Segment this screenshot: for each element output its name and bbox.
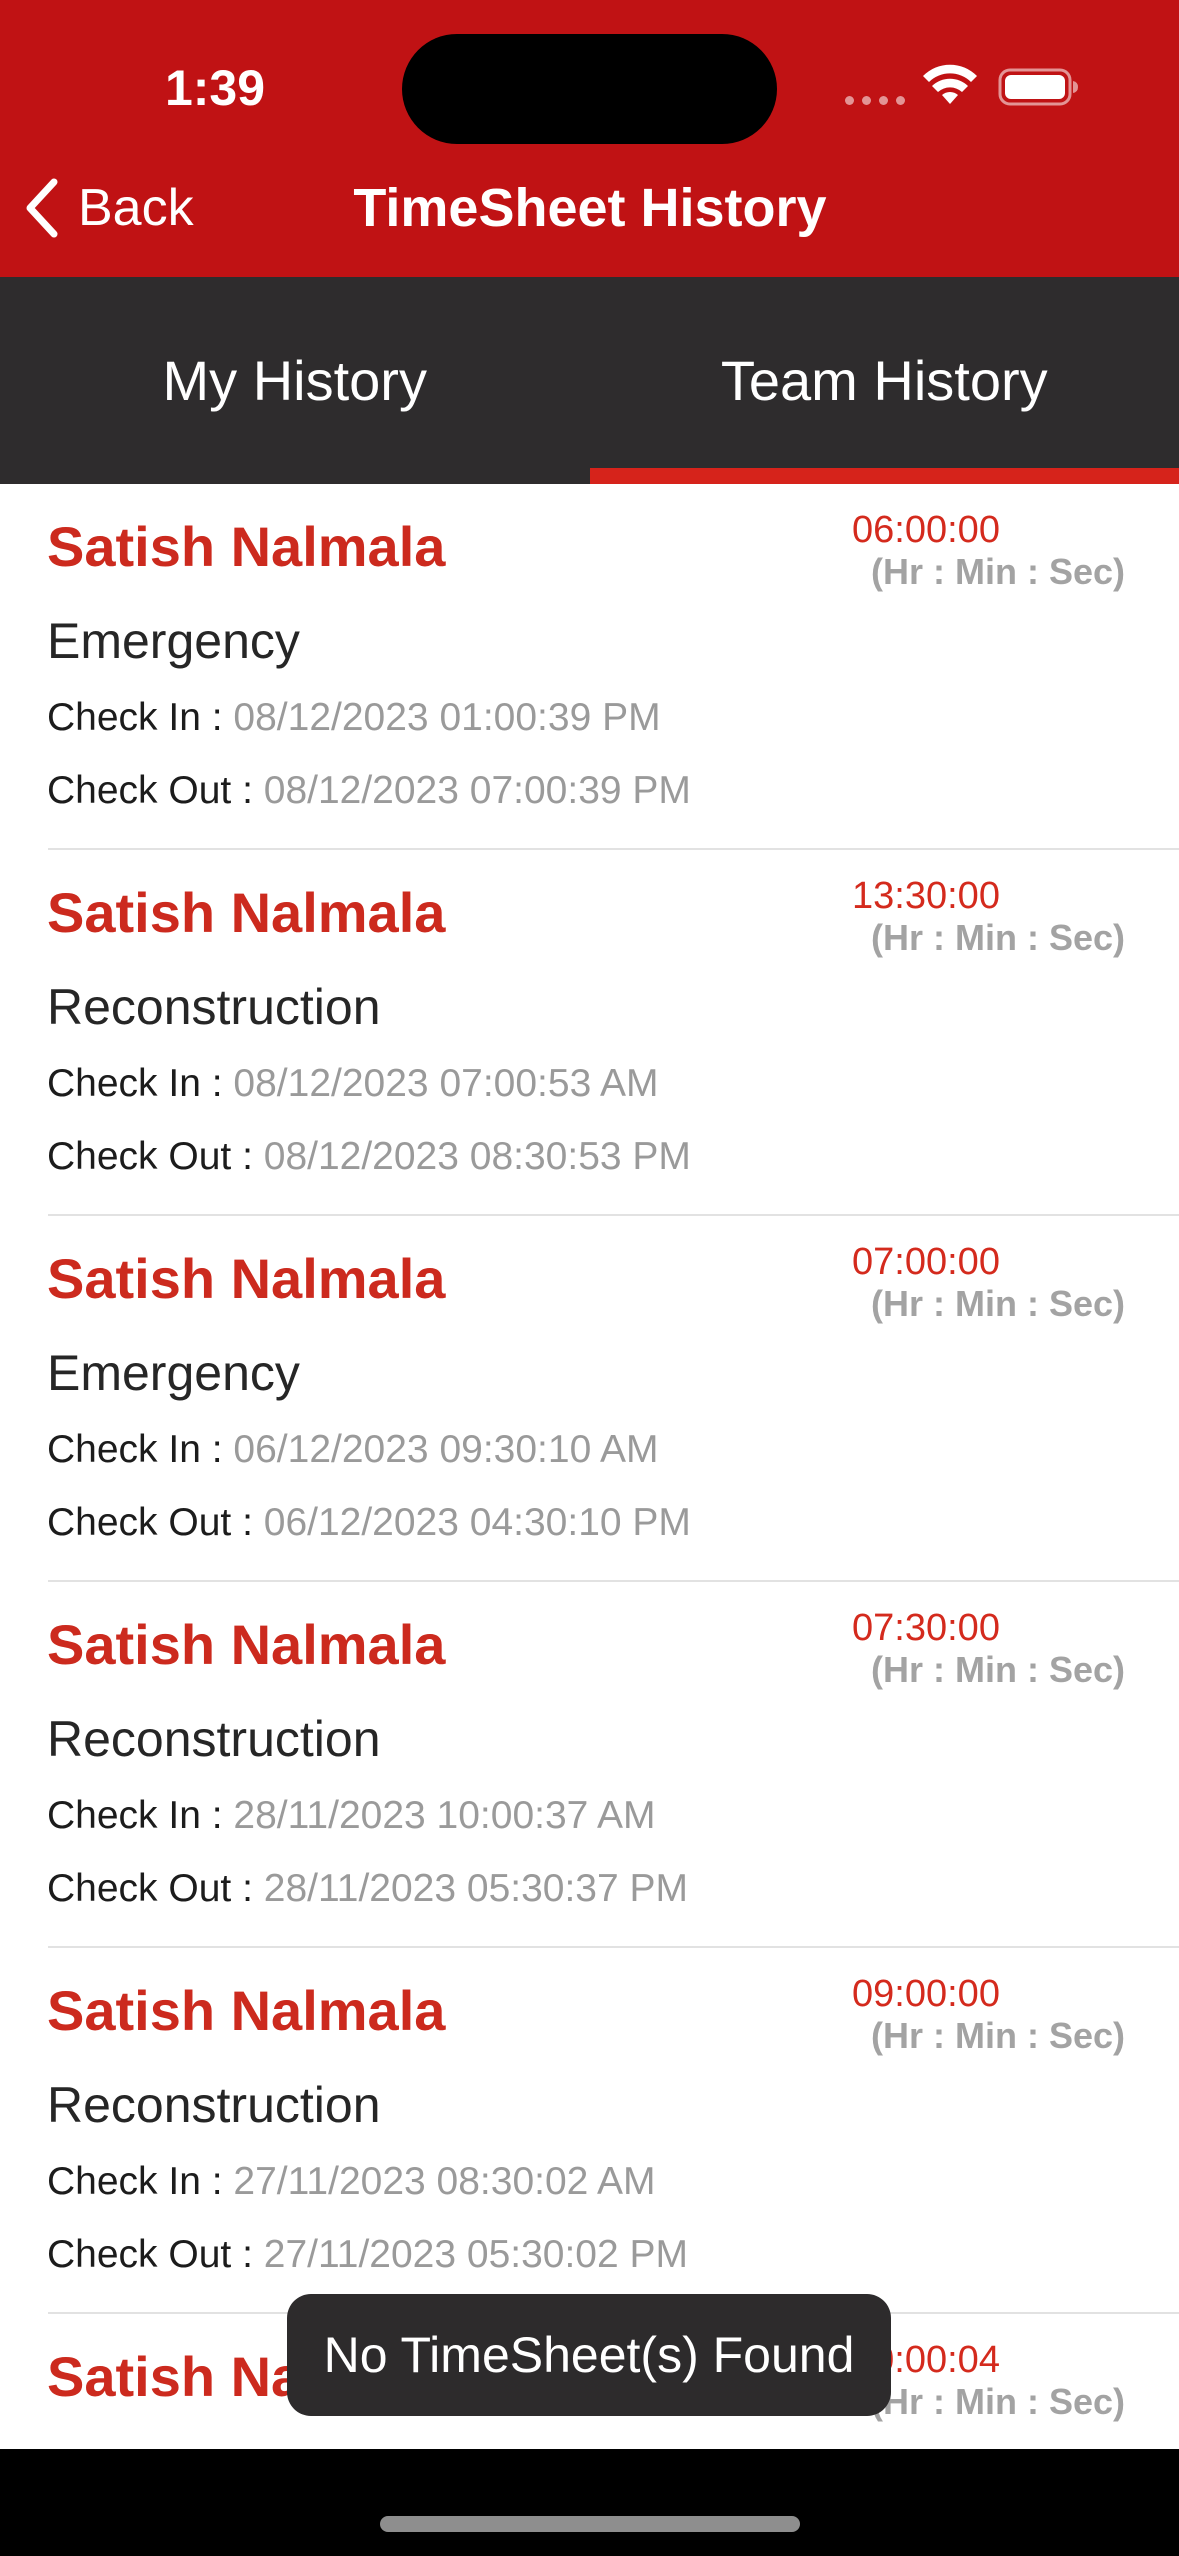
check-in-row: Check In : 28/11/2023 10:00:37 AM bbox=[47, 1794, 656, 1838]
employee-name: Satish Nalmala bbox=[47, 881, 446, 944]
check-out-value: 08/12/2023 08:30:53 PM bbox=[263, 1135, 691, 1178]
check-in-label: Check In : bbox=[47, 1428, 234, 1471]
check-in-value: 06/12/2023 09:30:10 AM bbox=[233, 1428, 659, 1471]
duration-value: 13:30:00 bbox=[852, 875, 1000, 917]
chevron-left-icon bbox=[26, 178, 58, 238]
duration-unit: (Hr : Min : Sec) bbox=[870, 551, 1125, 592]
check-out-value: 08/12/2023 07:00:39 PM bbox=[263, 769, 691, 812]
check-out-label: Check Out : bbox=[47, 1135, 264, 1178]
battery-icon bbox=[998, 68, 1078, 106]
employee-name: Satish Nalmala bbox=[47, 1979, 446, 2042]
duration-value: 06:00:00 bbox=[852, 509, 1000, 551]
list-item[interactable]: Satish Nalmala 09:00:00 (Hr : Min : Sec)… bbox=[0, 1948, 1179, 2314]
check-out-row: Check Out : 08/12/2023 07:00:39 PM bbox=[47, 769, 691, 813]
employee-name: Satish Nalmala bbox=[47, 1247, 446, 1310]
duration-unit: (Hr : Min : Sec) bbox=[870, 1283, 1125, 1324]
home-indicator[interactable] bbox=[380, 2516, 800, 2532]
category-label: Reconstruction bbox=[47, 2077, 381, 2133]
check-out-value: 06/12/2023 04:30:10 PM bbox=[263, 1501, 691, 1544]
category-label: Reconstruction bbox=[47, 1711, 381, 1767]
back-button[interactable]: Back bbox=[20, 168, 220, 248]
check-out-row: Check Out : 06/12/2023 04:30:10 PM bbox=[47, 1501, 691, 1545]
check-in-label: Check In : bbox=[47, 1794, 234, 1837]
duration-value: 09:00:00 bbox=[852, 1973, 1000, 2015]
category-label: Emergency bbox=[47, 1345, 300, 1401]
check-in-label: Check In : bbox=[47, 696, 234, 739]
duration-value: 07:00:00 bbox=[852, 1241, 1000, 1283]
cellular-signal-icon bbox=[845, 94, 905, 106]
wifi-icon bbox=[923, 64, 977, 104]
check-in-value: 27/11/2023 08:30:02 AM bbox=[233, 2160, 656, 2203]
check-in-value: 08/12/2023 01:00:39 PM bbox=[233, 696, 661, 739]
check-in-label: Check In : bbox=[47, 1062, 234, 1105]
tab-my-history[interactable]: My History bbox=[0, 277, 590, 484]
check-out-row: Check Out : 08/12/2023 08:30:53 PM bbox=[47, 1135, 691, 1179]
duration-unit: (Hr : Min : Sec) bbox=[870, 1649, 1125, 1690]
employee-name: Satish Nalmala bbox=[47, 1613, 446, 1676]
app-header: 1:39 Back TimeSheet History bbox=[0, 0, 1179, 277]
selected-tab-indicator bbox=[589, 468, 1179, 484]
list-item[interactable]: Satish Nalmala 06:00:00 (Hr : Min : Sec)… bbox=[0, 484, 1179, 850]
check-out-value: 27/11/2023 05:30:02 PM bbox=[263, 2233, 689, 2276]
check-in-value: 08/12/2023 07:00:53 AM bbox=[233, 1062, 659, 1105]
check-out-label: Check Out : bbox=[47, 769, 264, 812]
status-bar-time: 1:39 bbox=[164, 60, 266, 116]
dynamic-island bbox=[402, 34, 777, 144]
toast-message: No TimeSheet(s) Found bbox=[287, 2294, 891, 2416]
duration-unit: (Hr : Min : Sec) bbox=[870, 917, 1125, 958]
check-in-row: Check In : 06/12/2023 09:30:10 AM bbox=[47, 1428, 658, 1472]
timesheet-list[interactable]: Satish Nalmala 06:00:00 (Hr : Min : Sec)… bbox=[0, 484, 1179, 2449]
tab-team-history[interactable]: Team History bbox=[589, 277, 1179, 484]
check-in-row: Check In : 08/12/2023 07:00:53 AM bbox=[47, 1062, 658, 1106]
list-item[interactable]: Satish Nalmala 13:30:00 (Hr : Min : Sec)… bbox=[0, 850, 1179, 1216]
employee-name: Satish Nalmala bbox=[47, 515, 446, 578]
category-label: Reconstruction bbox=[47, 979, 381, 1035]
bottom-safe-area bbox=[0, 2449, 1179, 2556]
check-out-label: Check Out : bbox=[47, 1501, 264, 1544]
category-label: Emergency bbox=[47, 613, 300, 669]
tab-label: My History bbox=[162, 349, 427, 412]
check-in-row: Check In : 27/11/2023 08:30:02 AM bbox=[47, 2160, 656, 2204]
back-label: Back bbox=[78, 179, 194, 237]
check-out-label: Check Out : bbox=[47, 1867, 264, 1910]
check-in-label: Check In : bbox=[47, 2160, 234, 2203]
duration-value: 07:30:00 bbox=[852, 1607, 1000, 1649]
check-out-row: Check Out : 28/11/2023 05:30:37 PM bbox=[47, 1867, 688, 1911]
list-item[interactable]: Satish Nalmala 07:00:00 (Hr : Min : Sec)… bbox=[0, 1216, 1179, 1582]
history-tabs: My History Team History bbox=[0, 277, 1179, 484]
check-in-value: 28/11/2023 10:00:37 AM bbox=[233, 1794, 656, 1837]
page-title: TimeSheet History bbox=[353, 178, 827, 238]
duration-unit: (Hr : Min : Sec) bbox=[870, 2381, 1125, 2422]
tab-label: Team History bbox=[720, 349, 1048, 412]
list-item[interactable]: Satish Nalmala 07:30:00 (Hr : Min : Sec)… bbox=[0, 1582, 1179, 1948]
check-out-row: Check Out : 27/11/2023 05:30:02 PM bbox=[47, 2233, 688, 2277]
check-out-value: 28/11/2023 05:30:37 PM bbox=[263, 1867, 689, 1910]
duration-unit: (Hr : Min : Sec) bbox=[870, 2015, 1125, 2056]
check-out-label: Check Out : bbox=[47, 2233, 264, 2276]
check-in-row: Check In : 08/12/2023 01:00:39 PM bbox=[47, 696, 661, 740]
